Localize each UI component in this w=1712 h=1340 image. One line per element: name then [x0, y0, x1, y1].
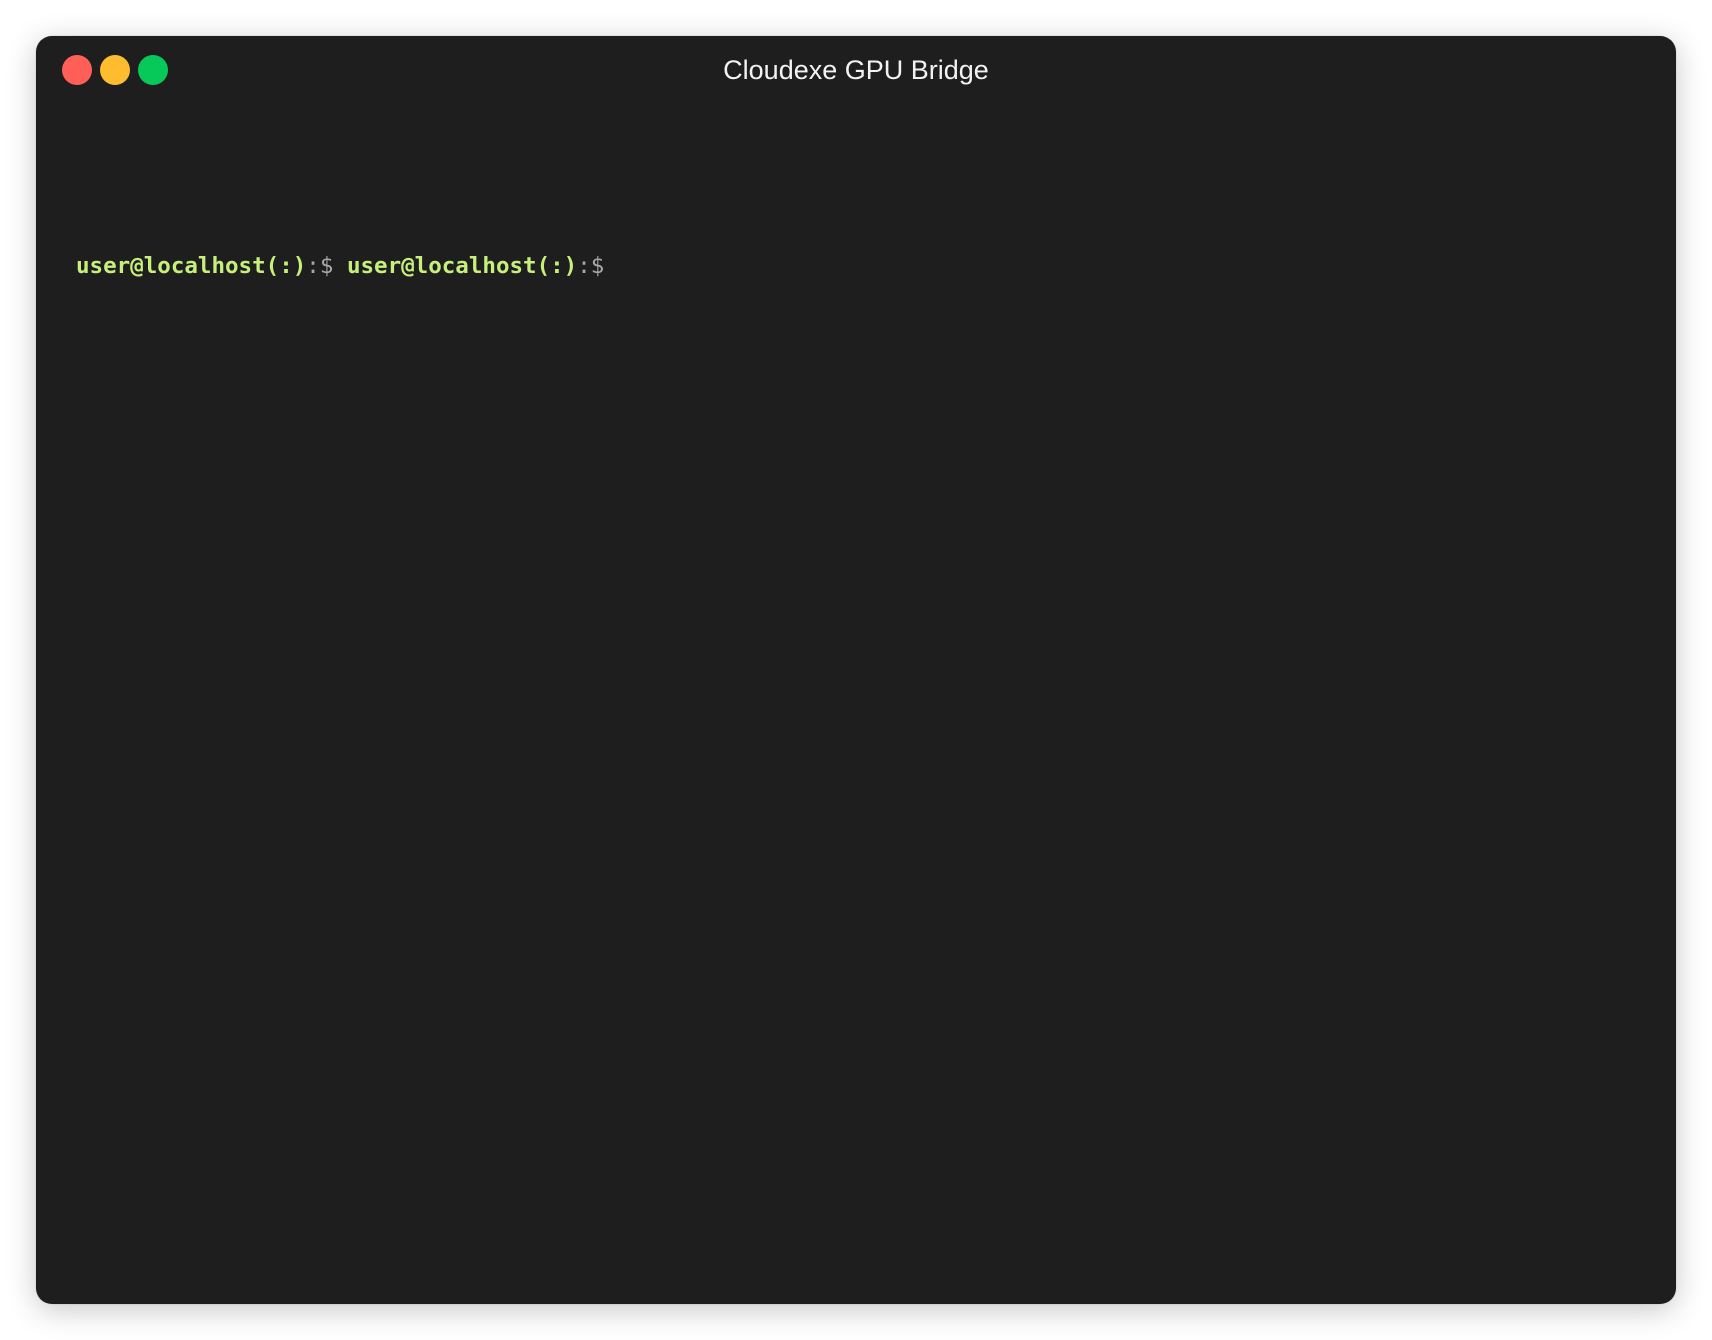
- terminal-line: user@localhost(:):$ user@localhost(:):$: [76, 248, 1636, 284]
- prompt-user-host: user@localhost(:): [76, 253, 307, 279]
- prompt-symbol: :$: [577, 253, 605, 279]
- window-title: Cloudexe GPU Bridge: [723, 55, 989, 85]
- terminal-window: Cloudexe GPU Bridge user@localhost(:):$ …: [36, 36, 1676, 1304]
- title-bar[interactable]: Cloudexe GPU Bridge: [36, 36, 1676, 104]
- prompt-symbol: :$: [306, 253, 334, 279]
- terminal-output[interactable]: user@localhost(:):$ user@localhost(:):$: [76, 176, 1636, 1264]
- prompt-user-host: user@localhost(:): [346, 253, 578, 279]
